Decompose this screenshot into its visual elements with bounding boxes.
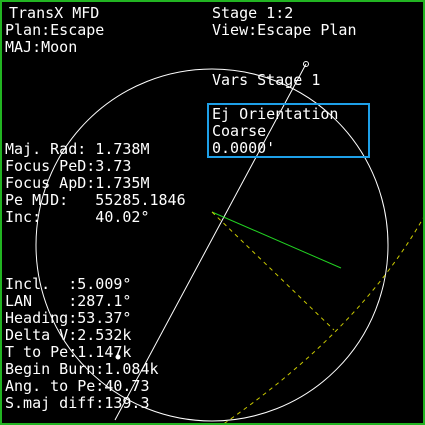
- burn-param-lan: LAN :287.1°: [5, 292, 132, 310]
- ejection-vector: [211, 211, 342, 269]
- burn-param-heading: Heading:53.37°: [5, 309, 132, 327]
- burn-param-begin-burn: Begin Burn:1.084k: [5, 360, 159, 378]
- burn-param-time-to-pe: T to Pe:1.147k: [5, 343, 132, 361]
- reference-dashed-line: [211, 211, 335, 331]
- mfd-title: TransX MFD: [9, 4, 100, 22]
- selected-variable-value: 0.0000': [212, 139, 276, 157]
- stage-label: Stage 1:2: [212, 4, 294, 22]
- adjust-mode: Coarse: [212, 122, 267, 140]
- transx-mfd-display: TransX MFD Plan:Escape MAJ:Moon Stage 1:…: [0, 0, 425, 425]
- plan-label: Plan:Escape: [5, 21, 105, 39]
- orbit-param-focus-apd: Focus ApD:1.735M: [5, 174, 150, 192]
- burn-param-angle-to-pe: Ang. to Pe:40.73: [5, 377, 150, 395]
- burn-param-smaj-diff: S.maj diff:139.3: [5, 394, 150, 412]
- vars-stage-label: Vars Stage 1: [212, 71, 321, 89]
- orbit-param-focus-ped: Focus PeD:3.73: [5, 157, 132, 175]
- major-body-label: MAJ:Moon: [5, 38, 78, 56]
- burn-param-delta-v: Delta V:2.532k: [5, 326, 132, 344]
- selected-variable-name: Ej Orientation: [212, 105, 339, 123]
- view-label: View:Escape Plan: [212, 21, 357, 39]
- orbit-param-inclination: Inc: 40.02°: [5, 208, 150, 226]
- burn-param-incl: Incl. :5.009°: [5, 275, 132, 293]
- orbit-param-pe-mjd: Pe MJD: 55285.1846: [5, 191, 186, 209]
- orbit-param-major-radius: Maj. Rad: 1.738M: [5, 140, 150, 158]
